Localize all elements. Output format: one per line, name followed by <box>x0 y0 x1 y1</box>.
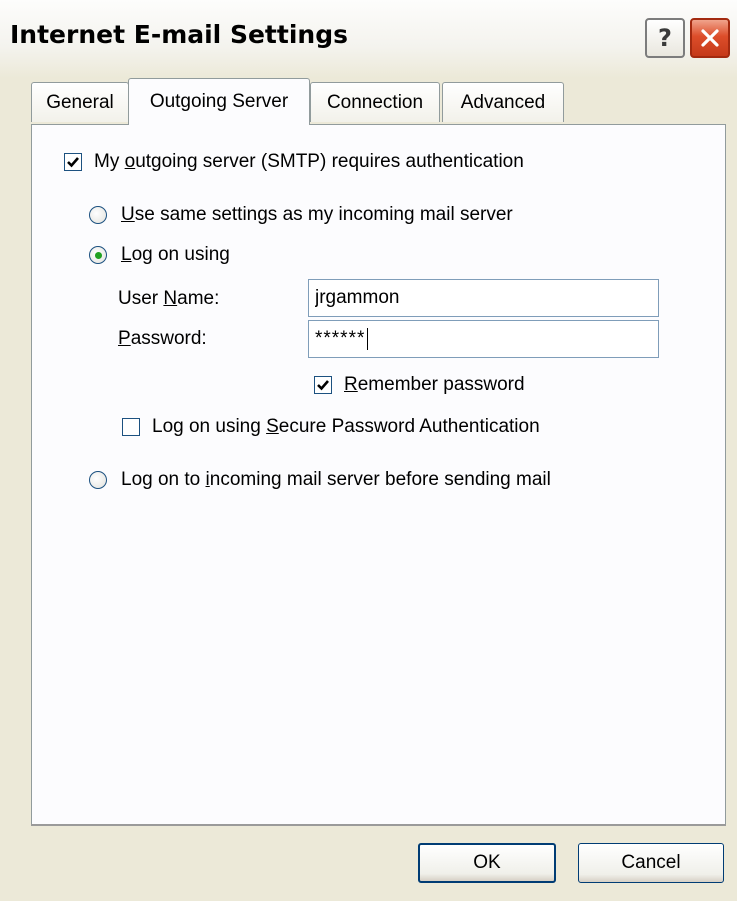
username-input[interactable] <box>315 287 658 309</box>
log-on-using-radio[interactable] <box>89 246 107 264</box>
help-button[interactable]: ? <box>645 18 685 58</box>
spa-checkbox[interactable] <box>122 418 140 436</box>
internet-email-settings-dialog: Internet E-mail Settings ? General Outgo… <box>0 0 737 901</box>
spa-label: Log on using Secure Password Authenticat… <box>152 416 540 437</box>
checkmark-icon <box>67 157 79 168</box>
ok-button[interactable]: OK <box>418 843 556 883</box>
close-icon <box>701 29 719 47</box>
username-label: User Name: <box>118 288 220 309</box>
text-cursor <box>367 328 369 350</box>
help-icon: ? <box>658 24 672 52</box>
cancel-button-label: Cancel <box>621 852 681 873</box>
log-on-incoming-radio[interactable] <box>89 471 107 489</box>
same-settings-option[interactable]: Use same settings as my incoming mail se… <box>89 203 513 227</box>
tab-outgoing-server[interactable]: Outgoing Server <box>128 78 310 125</box>
log-on-incoming-option[interactable]: Log on to incoming mail server before se… <box>89 468 551 492</box>
remember-password-checkbox[interactable] <box>314 376 332 394</box>
tab-outgoing-server-label: Outgoing Server <box>149 91 289 112</box>
remember-password-label: Remember password <box>344 374 525 395</box>
smtp-auth-label: My outgoing server (SMTP) requires authe… <box>94 151 524 172</box>
username-field[interactable] <box>308 279 659 317</box>
tab-general-label: General <box>46 91 114 113</box>
ok-button-label: OK <box>473 852 501 873</box>
checkmark-icon <box>317 380 329 391</box>
log-on-using-option[interactable]: Log on using <box>89 243 230 267</box>
tab-general[interactable]: General <box>31 82 129 122</box>
password-input[interactable]: ****** <box>315 328 365 350</box>
spa-option[interactable]: Log on using Secure Password Authenticat… <box>122 415 540 439</box>
tab-advanced[interactable]: Advanced <box>442 82 564 122</box>
tab-connection-label: Connection <box>326 91 424 113</box>
window-title: Internet E-mail Settings <box>10 20 348 49</box>
smtp-auth-checkbox[interactable] <box>64 153 82 171</box>
cancel-button[interactable]: Cancel <box>578 843 724 883</box>
log-on-incoming-label: Log on to incoming mail server before se… <box>121 469 551 490</box>
panel-divider <box>31 824 726 826</box>
password-label: Password: <box>118 328 207 349</box>
password-field[interactable]: ****** <box>308 320 659 358</box>
close-button[interactable] <box>690 18 730 58</box>
log-on-using-label: Log on using <box>121 244 230 265</box>
smtp-auth-option[interactable]: My outgoing server (SMTP) requires authe… <box>64 150 524 174</box>
same-settings-label: Use same settings as my incoming mail se… <box>121 204 513 225</box>
radio-selected-dot <box>94 251 102 259</box>
tab-connection[interactable]: Connection <box>310 82 440 122</box>
same-settings-radio[interactable] <box>89 206 107 224</box>
title-bar[interactable]: Internet E-mail Settings ? <box>0 0 737 78</box>
tab-advanced-label: Advanced <box>460 91 546 113</box>
remember-password-option[interactable]: Remember password <box>314 373 525 397</box>
